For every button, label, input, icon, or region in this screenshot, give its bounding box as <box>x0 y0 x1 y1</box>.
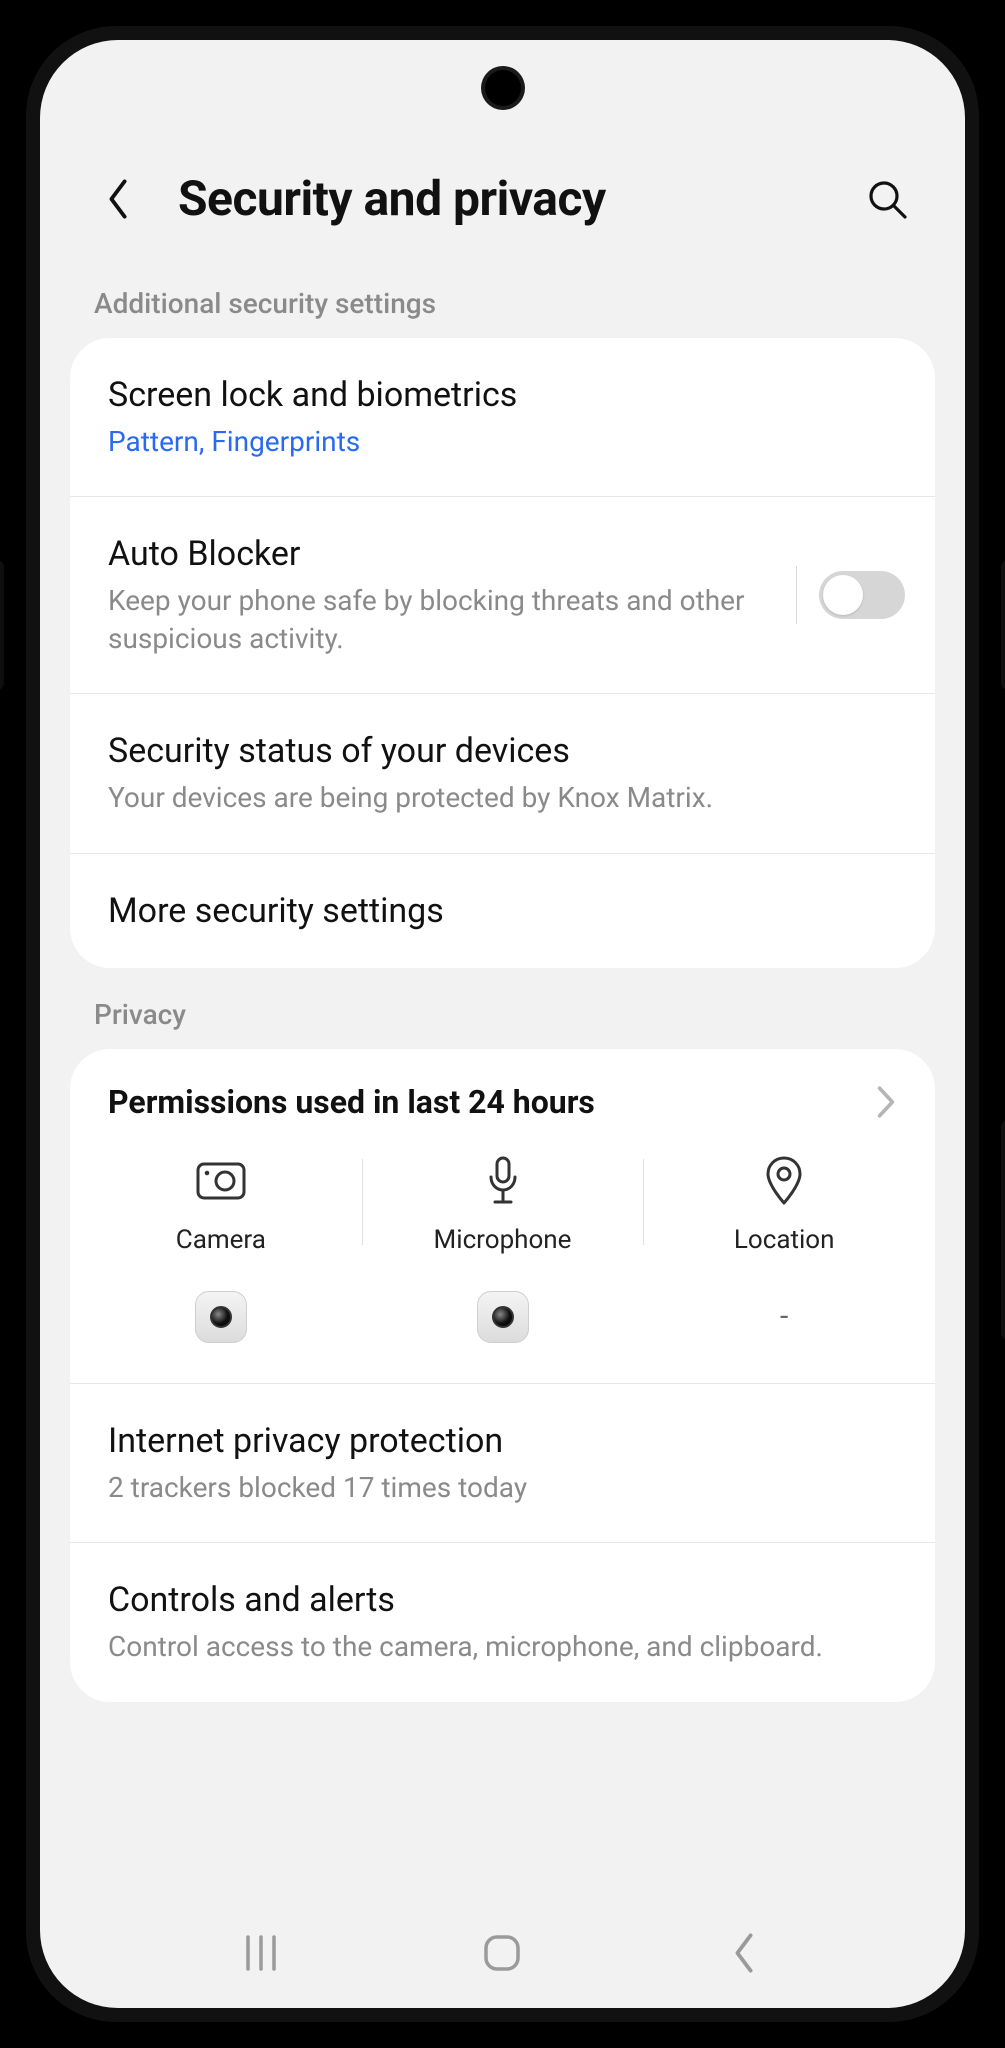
row-title: More security settings <box>108 890 897 933</box>
row-sub: Pattern, Fingerprints <box>108 423 897 461</box>
row-title: Controls and alerts <box>108 1579 897 1622</box>
perm-col-camera[interactable]: Camera <box>80 1155 362 1343</box>
camera-icon <box>195 1155 247 1207</box>
row-sub: Keep your phone safe by blocking threats… <box>108 582 785 658</box>
row-internet-privacy[interactable]: Internet privacy protection 2 trackers b… <box>70 1383 935 1542</box>
toggle-knob <box>823 575 863 615</box>
back-button[interactable] <box>94 175 142 223</box>
section-label-security: Additional security settings <box>70 257 935 338</box>
toggle-wrap <box>796 566 905 624</box>
side-button <box>0 560 4 690</box>
row-sub: Your devices are being protected by Knox… <box>108 779 897 817</box>
privacy-card: Permissions used in last 24 hours <box>70 1049 935 1702</box>
permissions-title: Permissions used in last 24 hours <box>108 1083 595 1121</box>
row-title: Auto Blocker <box>108 533 785 576</box>
perm-label: Location <box>734 1225 835 1255</box>
row-controls-alerts[interactable]: Controls and alerts Control access to th… <box>70 1542 935 1701</box>
content: Additional security settings Screen lock… <box>40 257 965 1898</box>
row-auto-blocker[interactable]: Auto Blocker Keep your phone safe by blo… <box>70 496 935 693</box>
app-icon-camera <box>477 1291 529 1343</box>
app-icon-none: - <box>758 1291 810 1343</box>
chevron-right-icon <box>875 1084 897 1120</box>
perm-label: Microphone <box>434 1225 572 1255</box>
perm-col-microphone[interactable]: Microphone <box>362 1155 644 1343</box>
microphone-icon <box>477 1155 529 1207</box>
row-title: Screen lock and biometrics <box>108 374 897 417</box>
side-button <box>1001 1120 1005 1340</box>
row-sub: Control access to the camera, microphone… <box>108 1628 897 1666</box>
navigation-bar <box>40 1898 965 2008</box>
row-sub: 2 trackers blocked 17 times today <box>108 1469 897 1507</box>
auto-blocker-toggle[interactable] <box>819 571 905 619</box>
row-title: Security status of your devices <box>108 730 897 773</box>
phone-frame: Security and privacy Additional security… <box>0 0 1005 2048</box>
search-icon <box>865 177 909 221</box>
search-button[interactable] <box>863 175 911 223</box>
nav-recents[interactable] <box>231 1928 291 1978</box>
nav-back[interactable] <box>714 1928 774 1978</box>
permissions-grid: Camera <box>70 1129 935 1383</box>
toggle-divider <box>796 566 797 624</box>
front-camera <box>485 70 521 106</box>
security-card: Screen lock and biometrics Pattern, Fing… <box>70 338 935 968</box>
section-label-privacy: Privacy <box>70 968 935 1049</box>
chevron-left-icon <box>104 177 132 221</box>
row-more-security[interactable]: More security settings <box>70 853 935 969</box>
side-button <box>1001 560 1005 690</box>
nav-home[interactable] <box>472 1928 532 1978</box>
row-permissions[interactable]: Permissions used in last 24 hours <box>70 1049 935 1129</box>
row-security-status[interactable]: Security status of your devices Your dev… <box>70 693 935 852</box>
perm-label: Camera <box>176 1225 266 1255</box>
row-screen-lock[interactable]: Screen lock and biometrics Pattern, Fing… <box>70 338 935 496</box>
back-icon <box>729 1931 759 1975</box>
home-icon <box>480 1931 524 1975</box>
recents-icon <box>240 1933 282 1973</box>
row-title: Internet privacy protection <box>108 1420 897 1463</box>
location-icon <box>758 1155 810 1207</box>
perm-col-location[interactable]: Location - <box>643 1155 925 1343</box>
page-title: Security and privacy <box>178 170 606 227</box>
app-icon-camera <box>195 1291 247 1343</box>
screen: Security and privacy Additional security… <box>40 40 965 2008</box>
